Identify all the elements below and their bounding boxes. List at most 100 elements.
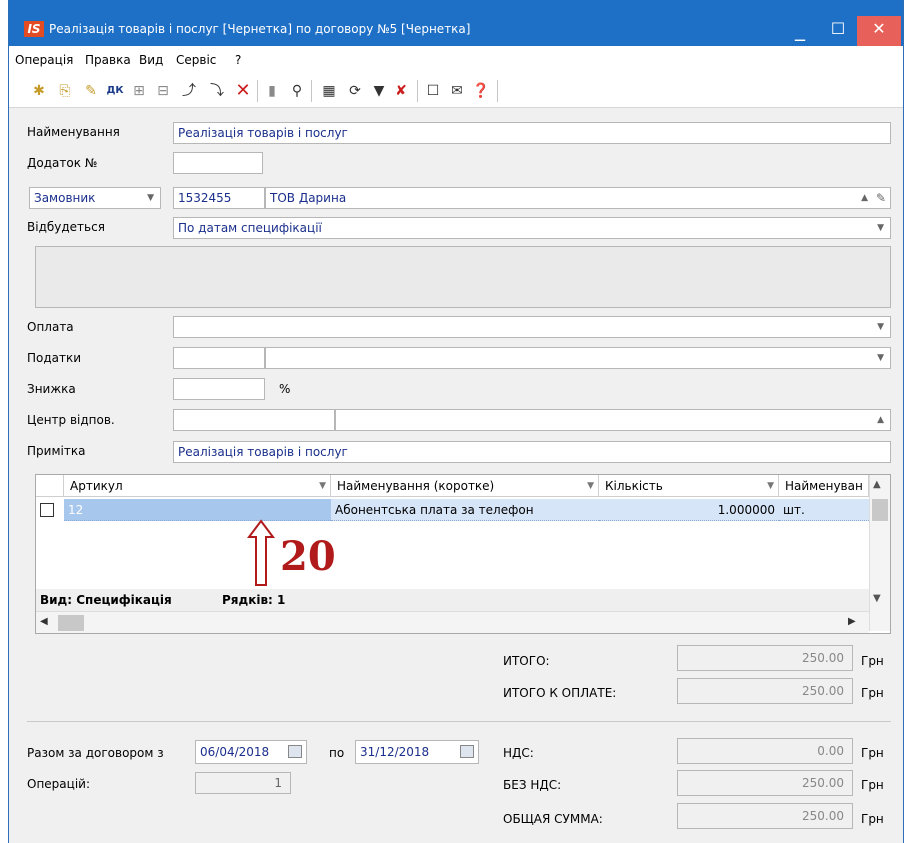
column-unit-label: Найменуван bbox=[785, 479, 863, 493]
menu-service[interactable]: Сервіс bbox=[176, 53, 216, 67]
name-field[interactable]: Реалізація товарів і послуг bbox=[173, 122, 891, 144]
new-doc-icon[interactable]: ✱ bbox=[29, 81, 49, 101]
scroll-up-icon[interactable]: ▲ bbox=[873, 479, 881, 490]
dk-icon[interactable]: ДК bbox=[105, 81, 125, 101]
filter-icon[interactable]: ▼ bbox=[587, 475, 594, 496]
filter-icon[interactable]: ▼ bbox=[319, 475, 326, 496]
close-button[interactable]: ✕ bbox=[857, 16, 901, 46]
novat-currency: Грн bbox=[861, 778, 884, 792]
scroll-left-icon[interactable]: ◀ bbox=[40, 616, 48, 627]
menu-edit[interactable]: Правка bbox=[85, 53, 131, 67]
clear-filter-icon[interactable]: ✘ bbox=[391, 81, 411, 101]
scrollbar-thumb[interactable] bbox=[872, 499, 888, 521]
menu-bar: Операція Правка Вид Сервіс ? bbox=[9, 46, 903, 72]
toolbar-separator bbox=[497, 80, 498, 102]
chevron-down-icon[interactable]: ▼ bbox=[147, 188, 154, 208]
scroll-down-icon[interactable]: ▼ bbox=[873, 593, 881, 604]
discount-field[interactable] bbox=[173, 378, 265, 400]
menu-help[interactable]: ? bbox=[235, 53, 241, 67]
mail-icon[interactable]: ✉ bbox=[447, 81, 467, 101]
divider bbox=[27, 721, 891, 722]
toolbar: ✱ ⎘ ✎ ДК ⊞ ⊟ ⤴ ⤵ ✕ ▮ ⚲ ▦ ⟳ ▼ ✘ ☐ ✉ ❓ bbox=[9, 72, 903, 108]
edit-doc-icon[interactable]: ✎ bbox=[81, 81, 101, 101]
payment-select[interactable]: ▼ bbox=[173, 316, 891, 338]
grid-footer: Вид: Специфікація Рядків: 1 bbox=[36, 589, 869, 611]
date-from-field[interactable]: 06/04/2018 bbox=[195, 740, 307, 764]
column-article[interactable]: Артикул ▼ bbox=[64, 475, 331, 497]
ops-label: Операцій: bbox=[27, 777, 90, 791]
center-select[interactable]: ▲ bbox=[335, 409, 891, 431]
party-name-field[interactable]: ТОВ Дарина ▲ ✎ bbox=[265, 187, 891, 209]
column-short-name[interactable]: Найменування (коротке) ▼ bbox=[331, 475, 599, 497]
date-to-field[interactable]: 31/12/2018 bbox=[355, 740, 479, 764]
center-code-field[interactable] bbox=[173, 409, 335, 431]
vertical-scrollbar[interactable]: ▲ ▼ bbox=[869, 475, 890, 631]
row-unit[interactable]: шт. bbox=[779, 499, 869, 521]
horizontal-scrollbar[interactable]: ◀ ▶ bbox=[36, 611, 869, 633]
column-article-label: Артикул bbox=[70, 479, 123, 493]
taxes-select[interactable]: ▼ bbox=[265, 347, 891, 369]
document-window: IS Реалізація товарів і послуг [Чернетка… bbox=[8, 0, 904, 843]
table-icon[interactable]: ▦ bbox=[319, 81, 339, 101]
column-unit[interactable]: Найменуван bbox=[779, 475, 869, 497]
note-field[interactable]: Реалізація товарів і послуг bbox=[173, 441, 891, 463]
chevron-down-icon[interactable]: ▼ bbox=[877, 348, 884, 368]
help-icon[interactable]: ❓ bbox=[471, 81, 491, 101]
chevron-down-icon[interactable]: ▼ bbox=[877, 218, 884, 238]
scroll-right-icon[interactable]: ▶ bbox=[848, 616, 856, 627]
vat-value: 0.00 bbox=[677, 738, 853, 764]
maximize-button[interactable]: ☐ bbox=[819, 16, 857, 46]
menu-view[interactable]: Вид bbox=[139, 53, 163, 67]
column-quantity-label: Кількість bbox=[605, 479, 663, 493]
menu-operation[interactable]: Операція bbox=[15, 53, 73, 67]
column-quantity[interactable]: Кількість ▼ bbox=[599, 475, 779, 497]
hierarchy-icon[interactable]: ⊟ bbox=[153, 81, 173, 101]
delete-icon[interactable]: ✕ bbox=[233, 81, 253, 101]
payment-label: Оплата bbox=[27, 320, 74, 334]
tree-icon[interactable]: ⊞ bbox=[129, 81, 149, 101]
to-pay-value: 250.00 bbox=[677, 678, 853, 704]
row-name[interactable]: Абонентська плата за телефон bbox=[331, 499, 599, 521]
scrollbar-thumb[interactable] bbox=[58, 615, 84, 631]
calendar-icon[interactable] bbox=[460, 745, 474, 758]
row-checkbox[interactable] bbox=[40, 503, 54, 517]
toolbar-separator bbox=[257, 80, 258, 102]
grid-header-check bbox=[36, 475, 64, 497]
row-article[interactable]: 12 bbox=[64, 499, 331, 521]
rows-count: Рядків: 1 bbox=[222, 593, 286, 607]
refresh-icon[interactable]: ⟳ bbox=[345, 81, 365, 101]
column-short-name-label: Найменування (коротке) bbox=[337, 479, 495, 493]
form-icon[interactable]: ☐ bbox=[423, 81, 443, 101]
party-code-field[interactable]: 1532455 bbox=[173, 187, 265, 209]
party-name-value: ТОВ Дарина bbox=[270, 191, 347, 205]
contract-from-label: Разом за договором з bbox=[27, 746, 164, 760]
insert-icon[interactable]: ⤴ bbox=[179, 81, 199, 101]
row-quantity[interactable]: 1.000000 bbox=[599, 499, 779, 521]
paste-icon[interactable]: ⤵ bbox=[207, 81, 227, 101]
view-label: Вид: Специфікація bbox=[40, 593, 172, 607]
chevron-down-icon[interactable]: ▼ bbox=[877, 317, 884, 337]
chevron-up-icon[interactable]: ▲ bbox=[877, 410, 884, 430]
vat-currency: Грн bbox=[861, 746, 884, 760]
calendar-icon[interactable] bbox=[288, 745, 302, 758]
search-icon[interactable]: ⚲ bbox=[287, 81, 307, 101]
minimize-button[interactable]: _ bbox=[781, 16, 819, 46]
pencil-icon[interactable]: ✎ bbox=[876, 188, 886, 208]
copy-doc-icon[interactable]: ⎘ bbox=[55, 81, 75, 101]
card-icon[interactable]: ▮ bbox=[262, 81, 282, 101]
party-type-value: Замовник bbox=[34, 191, 96, 205]
occurs-select[interactable]: По датам специфікації ▼ bbox=[173, 217, 891, 239]
taxes-code-field[interactable] bbox=[173, 347, 265, 369]
chevron-up-icon[interactable]: ▲ bbox=[861, 188, 868, 208]
filter-icon[interactable]: ▼ bbox=[767, 475, 774, 496]
filter-icon[interactable]: ▼ bbox=[369, 81, 389, 101]
sum-value: 250.00 bbox=[677, 803, 853, 829]
window-title: Реалізація товарів і послуг [Чернетка] п… bbox=[49, 22, 471, 36]
toolbar-separator bbox=[311, 80, 312, 102]
sum-label: ОБЩАЯ СУММА: bbox=[503, 812, 603, 826]
info-panel bbox=[35, 246, 891, 308]
addendum-field[interactable] bbox=[173, 152, 263, 174]
discount-label: Знижка bbox=[27, 382, 76, 396]
party-type-select[interactable]: Замовник ▼ bbox=[29, 187, 161, 209]
vat-label: НДС: bbox=[503, 746, 534, 760]
